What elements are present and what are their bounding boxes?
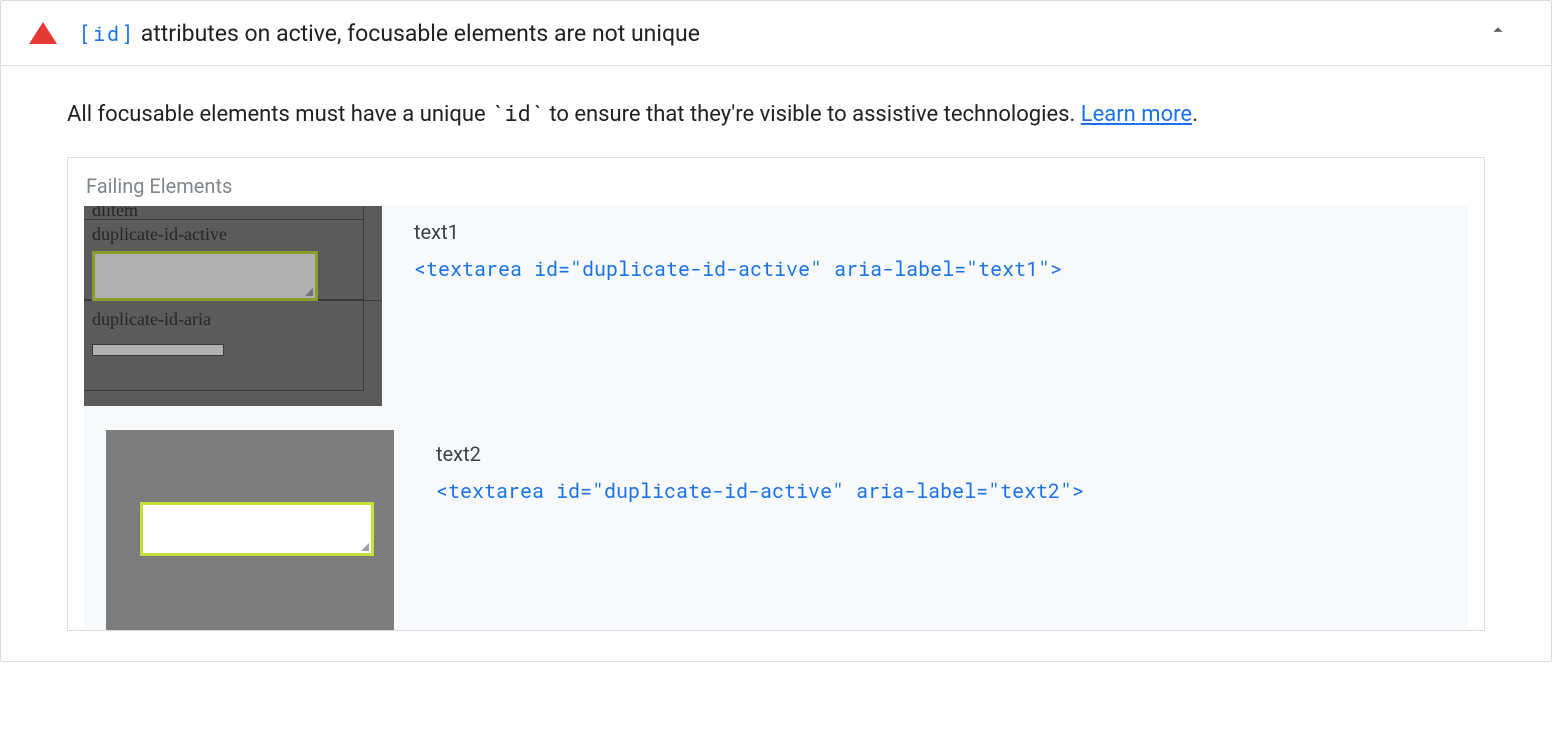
audit-body: All focusable elements must have a uniqu…: [1, 66, 1551, 661]
learn-more-link[interactable]: Learn more: [1081, 102, 1192, 127]
failing-element-row[interactable]: dlitem duplicate-id-active duplicate-id-…: [84, 206, 1468, 406]
audit-title-code: [id]: [79, 21, 135, 47]
element-thumbnail: dlitem duplicate-id-active duplicate-id-…: [84, 206, 382, 406]
description-period: .: [1192, 102, 1198, 127]
failing-element-detail: text2 <textarea id="duplicate-id-active"…: [436, 406, 1468, 504]
failing-element-detail: text1 <textarea id="duplicate-id-active"…: [414, 206, 1468, 282]
audit-title-text: attributes on active, focusable elements…: [135, 20, 700, 47]
failing-element-snippet[interactable]: <textarea id="duplicate-id-active" aria-…: [436, 478, 1468, 504]
failing-elements-list: dlitem duplicate-id-active duplicate-id-…: [84, 206, 1468, 630]
failing-elements-title: Failing Elements: [84, 174, 1468, 206]
description-code: `id`: [491, 98, 544, 127]
failing-element-label: text2: [436, 442, 1468, 466]
failing-element-label: text1: [414, 220, 1468, 244]
audit-description: All focusable elements must have a uniqu…: [67, 96, 1485, 131]
description-prefix: All focusable elements must have a uniqu…: [67, 102, 491, 127]
thumb-label-1: duplicate-id-active: [92, 224, 227, 244]
audit-title: [id] attributes on active, focusable ele…: [79, 20, 1473, 47]
failing-element-row[interactable]: text2 <textarea id="duplicate-id-active"…: [84, 406, 1468, 630]
thumb-highlighted-input: [140, 502, 374, 556]
thumb-partial-text: dlitem: [92, 206, 355, 221]
chevron-up-icon: [1487, 19, 1509, 41]
description-suffix: to ensure that they're visible to assist…: [544, 102, 1081, 127]
element-thumbnail: [106, 430, 394, 630]
failing-elements-section: Failing Elements dlitem duplicate-id-act…: [67, 157, 1485, 631]
audit-item: [id] attributes on active, focusable ele…: [0, 0, 1552, 662]
thumb-highlighted-input: [92, 251, 318, 301]
failing-element-snippet[interactable]: <textarea id="duplicate-id-active" aria-…: [414, 256, 1468, 282]
audit-header[interactable]: [id] attributes on active, focusable ele…: [1, 1, 1551, 66]
thumb-label-2: duplicate-id-aria: [92, 309, 211, 329]
error-triangle-icon: [29, 22, 57, 44]
thumb-plain-input: [92, 344, 224, 356]
collapse-toggle[interactable]: [1473, 19, 1523, 47]
